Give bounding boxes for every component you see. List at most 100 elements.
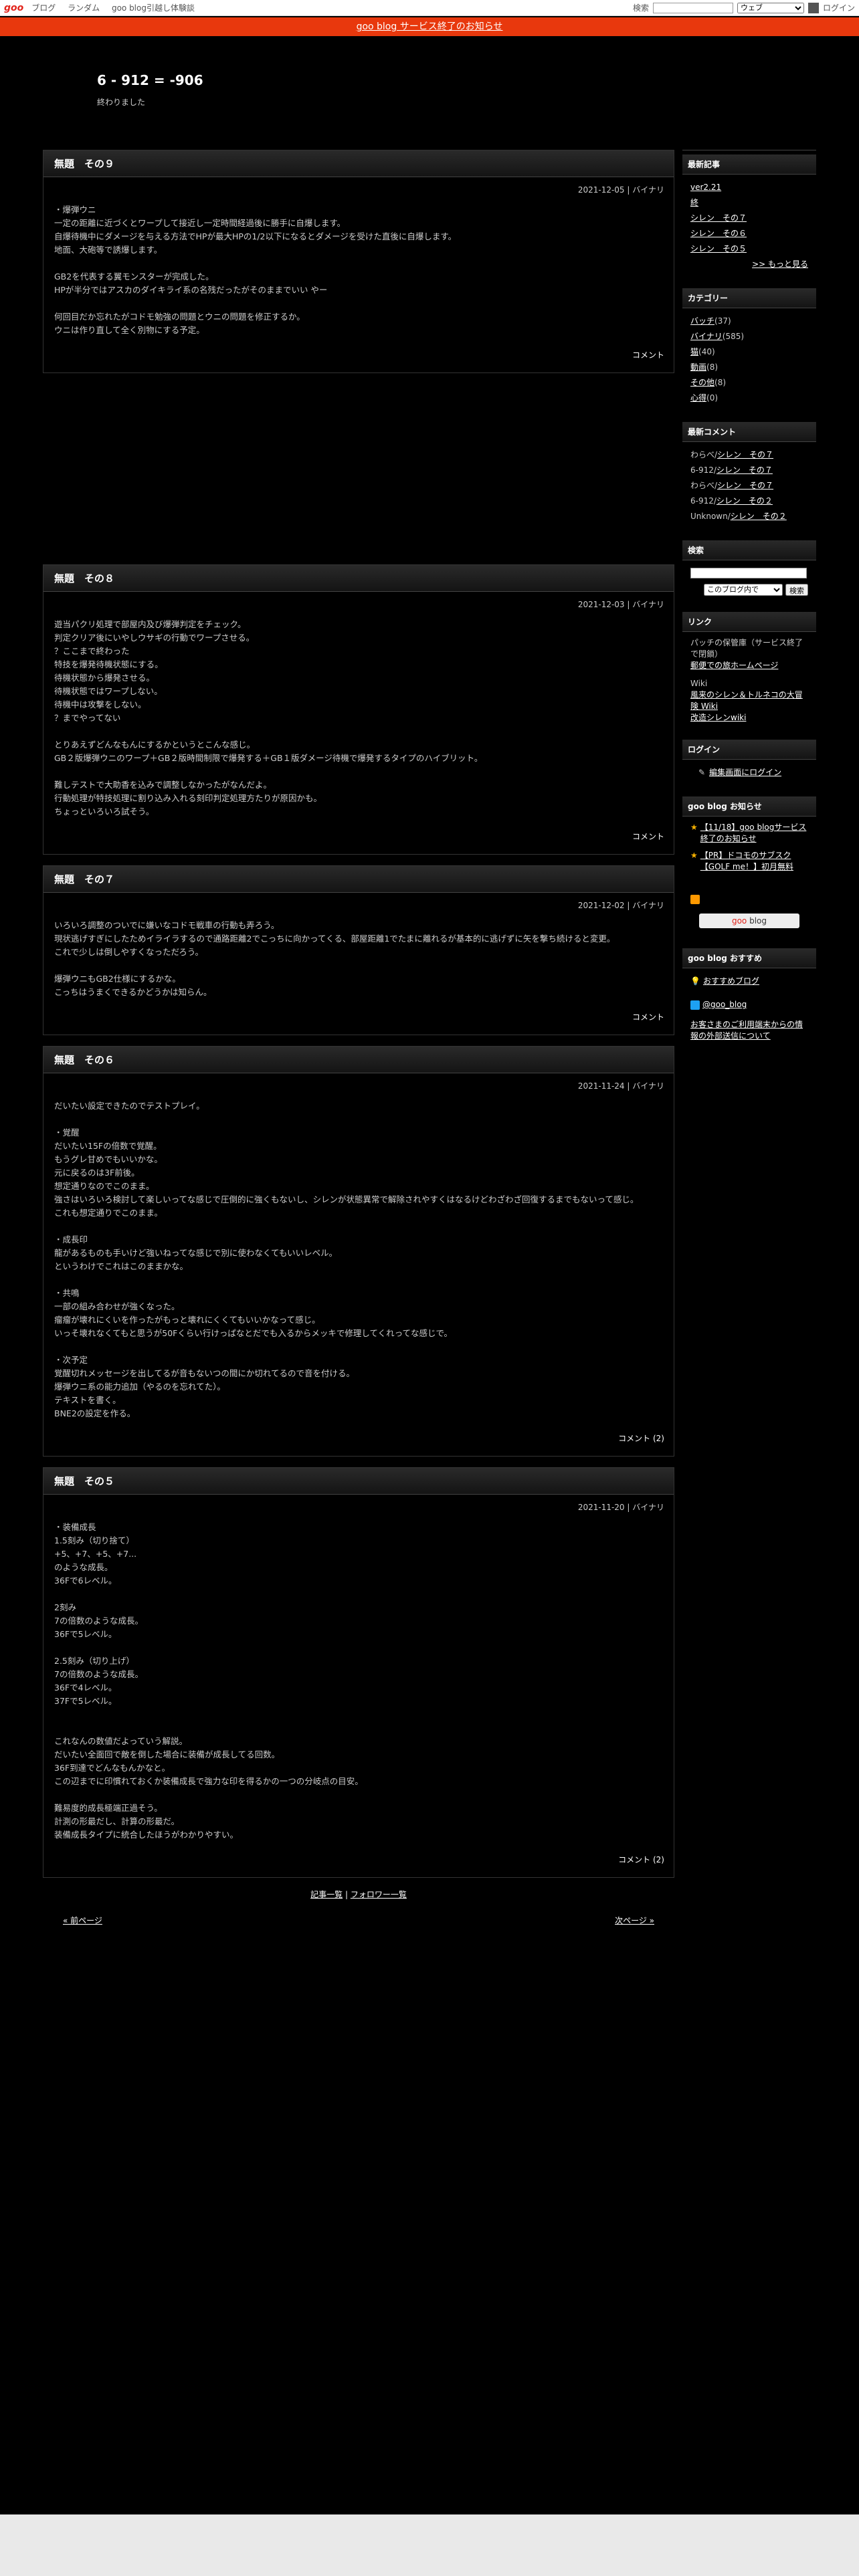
entry-comment-link[interactable]: コメント: [43, 1006, 674, 1035]
news-box: goo blog お知らせ ★ 【11/18】goo blogサービス終了のお知ら…: [682, 796, 816, 878]
entry: 無題 その８ 2021-12-03 | バイナリ 遊当パクリ処理で部屋内及び爆弾…: [43, 564, 674, 855]
recent-post-link[interactable]: シレン その５: [690, 244, 747, 253]
pencil-icon: ✎: [698, 768, 706, 777]
categories-heading: カテゴリー: [682, 288, 816, 308]
categories-box: カテゴリー バッチ(37) バイナリ(585) 猫(40) 動画(8) その他(…: [682, 288, 816, 411]
news-heading: goo blog お知らせ: [682, 796, 816, 817]
entry: 無題 その７ 2021-12-02 | バイナリ いろいろ調整のついでに嫌いなコ…: [43, 865, 674, 1035]
category-link[interactable]: 猫: [690, 347, 698, 356]
lightbulb-icon: 💡: [690, 976, 700, 986]
twitter-icon: [690, 1000, 700, 1010]
recent-posts-box: 最新記事 ver2.21 終 シレン その７ シレン その６ シレン その５ >…: [682, 154, 816, 278]
entry-body: いろいろ調整のついでに嫌いなコドモ戦車の行動も弄ろう。 現状逃げすぎにしたためイ…: [54, 920, 615, 997]
category-link[interactable]: バイナリ: [690, 332, 723, 341]
comment-post-link[interactable]: シレン その７: [717, 481, 773, 490]
category-count: (585): [722, 332, 745, 341]
main-column: 無題 その９ 2021-12-05 | バイナリ ・爆弾ウニ 一定の距離に近づく…: [43, 150, 674, 1926]
external-link[interactable]: 改造シレンwiki: [690, 713, 746, 722]
recent-posts-heading: 最新記事: [682, 154, 816, 175]
entry-title[interactable]: 無題 その６: [43, 1047, 674, 1073]
next-page-link[interactable]: 次ページ »: [615, 1915, 654, 1926]
nav-random[interactable]: ランダム: [68, 3, 100, 13]
entry-meta: 2021-12-02 | バイナリ: [577, 901, 664, 910]
star-icon: ★: [690, 851, 698, 860]
article-list-link[interactable]: 記事一覧: [310, 1890, 343, 1899]
commenter: わらべ/: [690, 481, 718, 490]
entry-body: 遊当パクリ処理で部屋内及び爆弾判定をチェック。 判定クリア後にいやしウサギの行動…: [54, 619, 483, 817]
entry-body: だいたい設定できたのでテストプレイ。 ・覚醒 だいたい15Fの倍数で覚醒。 もう…: [54, 1101, 639, 1418]
twitter-link[interactable]: @goo_blog: [702, 1000, 747, 1009]
link-note: パッチの保管庫（サービス終了で閉鎖）: [690, 638, 803, 659]
recent-comments-heading: 最新コメント: [682, 422, 816, 442]
entry-comment-link[interactable]: コメント (2): [43, 1848, 674, 1877]
entry-comment-link[interactable]: コメント (2): [43, 1427, 674, 1456]
news-link[interactable]: 【PR】ドコモのサブスク【GOLF me！】初月無料: [700, 850, 808, 873]
external-info-link[interactable]: お客さまのご利用端末からの情報の外部送信について: [690, 1020, 803, 1041]
commenter: Unknown/: [690, 512, 731, 521]
search-label: 検索: [632, 3, 649, 13]
category-link[interactable]: その他: [690, 378, 714, 387]
external-link[interactable]: 郵便での旅ホームページ: [690, 661, 778, 670]
recent-post-link[interactable]: シレン その７: [690, 213, 747, 223]
blog-search-input[interactable]: [690, 567, 807, 578]
recommend-box: goo blog おすすめ 💡 おすすめブログ @goo_blog お客さまのご利…: [682, 948, 816, 1047]
blog-search-button[interactable]: 検索: [785, 584, 808, 596]
service-end-link[interactable]: goo blog サービス終了のお知らせ: [357, 21, 503, 32]
comment-post-link[interactable]: シレン その７: [717, 465, 773, 475]
service-end-notice: goo blog サービス終了のお知らせ: [0, 17, 859, 36]
search-icon[interactable]: [807, 2, 819, 13]
news-link[interactable]: 【11/18】goo blogサービス終了のお知らせ: [700, 822, 808, 845]
prev-page-link[interactable]: « 前ページ: [63, 1915, 102, 1926]
nav-blog[interactable]: ブログ: [31, 3, 56, 13]
footer-band: [0, 2514, 859, 2576]
more-posts-link[interactable]: >> もっと見る: [752, 259, 808, 269]
entry-title[interactable]: 無題 その９: [43, 150, 674, 177]
blog-header: 6 - 912 = -906 終わりました: [97, 72, 203, 108]
recent-post-link[interactable]: 終: [690, 198, 698, 207]
search-box: 検索 このブログ内で 検索: [682, 540, 816, 601]
goo-blog-badge[interactable]: goo blog: [699, 914, 799, 928]
global-search-input[interactable]: [652, 2, 733, 13]
nav-migration[interactable]: goo blog引越し体験談: [112, 3, 195, 13]
recent-post-link[interactable]: ver2.21: [690, 183, 721, 192]
ad-space: [43, 384, 674, 564]
category-link[interactable]: 心得: [690, 393, 706, 403]
goo-logo[interactable]: goo: [4, 3, 23, 13]
entry-comment-link[interactable]: コメント: [43, 344, 674, 372]
blog-description: 終わりました: [97, 98, 146, 107]
comment-post-link[interactable]: シレン その２: [717, 496, 773, 506]
category-count: (0): [706, 393, 719, 403]
search-heading: 検索: [682, 540, 816, 560]
category-link[interactable]: 動画: [690, 362, 706, 372]
links-box: リンク パッチの保管庫（サービス終了で閉鎖） 郵便での旅ホームページ Wiki …: [682, 612, 816, 729]
comment-post-link[interactable]: シレン その７: [717, 450, 773, 459]
commenter: 6-912/: [690, 465, 717, 475]
entry-meta: 2021-12-03 | バイナリ: [577, 600, 664, 609]
entry-title[interactable]: 無題 その８: [43, 565, 674, 592]
blog-title[interactable]: 6 - 912 = -906: [97, 72, 203, 88]
rss-icon[interactable]: [690, 895, 700, 904]
comment-post-link[interactable]: シレン その２: [731, 512, 787, 521]
entry-meta: 2021-11-24 | バイナリ: [577, 1081, 664, 1091]
entry-meta: 2021-11-20 | バイナリ: [577, 1503, 664, 1512]
links-heading: リンク: [682, 612, 816, 632]
edit-login-link[interactable]: 編集画面にログイン: [709, 768, 781, 777]
entry-title[interactable]: 無題 その７: [43, 866, 674, 893]
follower-list-link[interactable]: フォロワー一覧: [351, 1890, 407, 1899]
entry-title[interactable]: 無題 その５: [43, 1468, 674, 1495]
recent-post-link[interactable]: シレン その６: [690, 229, 747, 238]
blog-search-scope[interactable]: このブログ内で: [704, 584, 783, 596]
entry-meta: 2021-12-05 | バイナリ: [577, 185, 664, 195]
recommend-link[interactable]: おすすめブログ: [703, 976, 759, 986]
external-link[interactable]: 風来のシレン＆トルネコの大冒険 Wiki: [690, 690, 803, 711]
search-scope-select[interactable]: ウェブ: [737, 2, 804, 13]
rss-box: goo blog: [682, 889, 816, 938]
entry-body: ・爆弾ウニ 一定の距離に近づくとワープして接近し一定時間経過後に勝手に自爆します…: [54, 205, 457, 335]
entry-comment-link[interactable]: コメント: [43, 825, 674, 854]
star-icon: ★: [690, 823, 698, 832]
entry-body: ・装備成長 1.5刻み（切り捨て） +5、+7、+5、+7... のような成長。…: [54, 1522, 363, 1840]
category-link[interactable]: バッチ: [690, 316, 714, 326]
pager: « 前ページ 次ページ »: [43, 1915, 674, 1926]
login-link[interactable]: ログイン: [823, 2, 855, 13]
category-count: (40): [698, 347, 715, 356]
